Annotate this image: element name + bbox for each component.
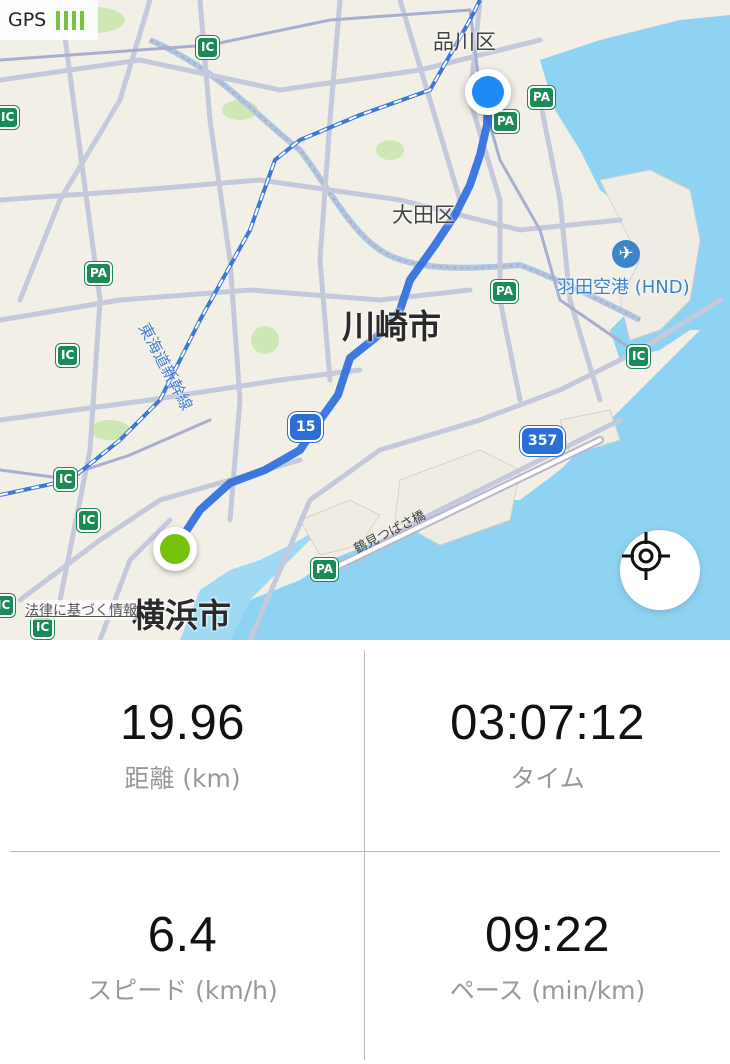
legal-info-link[interactable]: 法律に基づく情報 [25, 600, 137, 620]
highway-shield: 15 [288, 412, 324, 442]
ic-badge: IC [77, 509, 101, 532]
city-label: 川崎市 [342, 307, 441, 346]
end-pin [465, 69, 511, 115]
pace-label: ペース (min/km) [449, 976, 646, 1005]
ic-badge: IC [0, 106, 20, 129]
airplane-icon: ✈ [612, 240, 640, 268]
speed-label: スピード (km/h) [87, 976, 278, 1005]
start-pin [153, 527, 197, 571]
distance-label: 距離 (km) [124, 764, 241, 793]
ic-badge: IC [56, 344, 80, 367]
time-label: タイム [510, 764, 585, 793]
stat-time: 03:07:12 タイム [365, 695, 730, 795]
divider [10, 851, 720, 852]
district-label: 大田区 [392, 203, 455, 227]
ic-badge: IC [196, 36, 220, 59]
highway-shield: 357 [520, 426, 566, 456]
stats-panel: 19.96 距離 (km) 03:07:12 タイム 6.4 スピード (km/… [0, 640, 730, 1064]
ic-badge: IC [627, 345, 651, 368]
pa-badge: PA [85, 262, 112, 285]
gps-label: GPS [8, 9, 47, 31]
stat-speed: 6.4 スピード (km/h) [0, 907, 365, 1007]
pa-badge: PA [528, 86, 555, 109]
gps-signal-icon [56, 10, 85, 30]
speed-value: 6.4 [147, 908, 218, 962]
stat-pace: 09:22 ペース (min/km) [365, 907, 730, 1007]
district-label: 品川区 [433, 30, 496, 54]
map-view[interactable]: GPS 品川区 大田区 川崎市 横浜市 ✈ 羽田空港 (HND) 東海道新幹線 … [0, 0, 730, 640]
crosshair-icon [622, 532, 670, 580]
time-value: 03:07:12 [450, 696, 645, 750]
locate-button[interactable] [620, 530, 700, 610]
airport-label: 羽田空港 (HND) [557, 277, 690, 298]
ic-badge: IC [0, 594, 16, 617]
stat-distance: 19.96 距離 (km) [0, 695, 365, 795]
ic-badge: IC [54, 468, 78, 491]
pa-badge: PA [311, 558, 338, 581]
pa-badge: PA [491, 280, 518, 303]
distance-value: 19.96 [119, 696, 246, 750]
pace-value: 09:22 [484, 908, 611, 962]
gps-status: GPS [0, 0, 98, 40]
city-label: 横浜市 [132, 596, 231, 635]
